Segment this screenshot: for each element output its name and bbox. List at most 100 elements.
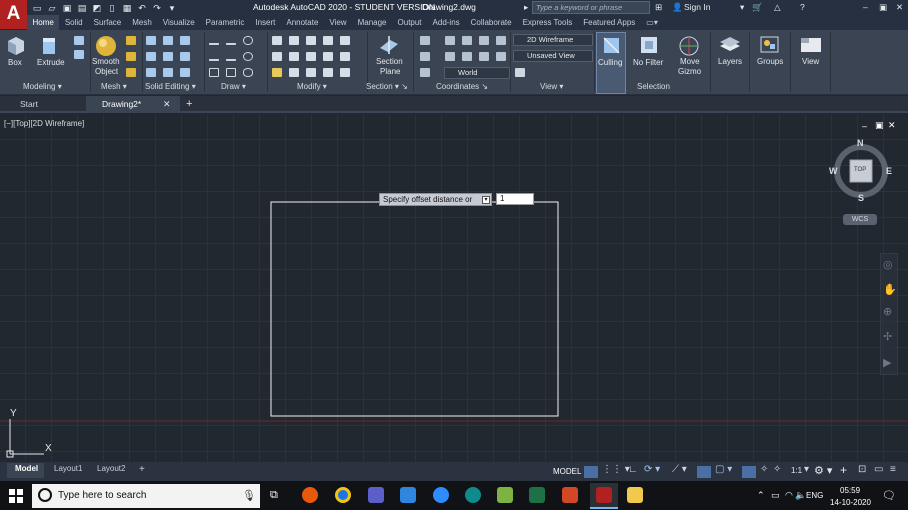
minimize-icon[interactable]: – — [863, 2, 868, 12]
tab-visualize[interactable]: Visualize — [157, 15, 200, 30]
construction-line-icon[interactable] — [226, 52, 236, 61]
panel-label-view[interactable]: View ▾ — [540, 82, 563, 91]
teams-icon[interactable] — [368, 487, 384, 503]
new-layout-icon[interactable]: + — [139, 464, 145, 475]
annotation-scale-icon[interactable]: ✧ — [773, 464, 781, 475]
fillet-icon[interactable] — [272, 52, 282, 61]
mirror-icon[interactable] — [340, 36, 350, 45]
new-icon[interactable]: ▭ — [32, 3, 42, 13]
tab-insert[interactable]: Insert — [250, 15, 281, 30]
wcs-menu[interactable]: WCS — [843, 214, 877, 225]
tab-add-ins[interactable]: Add-ins — [427, 15, 465, 30]
language-indicator[interactable]: ENG — [806, 491, 823, 500]
object-snap-icon[interactable]: ▢ ▾ — [715, 464, 732, 475]
windows-start-icon[interactable] — [9, 489, 23, 503]
imprint-icon[interactable] — [180, 52, 190, 61]
chamfer-icon[interactable] — [289, 68, 299, 77]
no-filter-button[interactable]: No Filter — [633, 58, 663, 67]
tab-parametric[interactable]: Parametric — [200, 15, 250, 30]
section-plane-icon[interactable] — [378, 34, 400, 56]
binoculars-icon[interactable]: ⊞ — [655, 2, 662, 13]
mesh-refine-icon[interactable] — [126, 52, 136, 61]
no-filter-icon[interactable] — [638, 34, 660, 56]
add-icon[interactable]: + — [840, 463, 847, 477]
panel-label-mesh[interactable]: Mesh ▾ — [101, 82, 127, 91]
panel-label-section[interactable]: Section ▾ ↘ — [366, 82, 408, 91]
extrude-button[interactable]: Extrude — [37, 58, 65, 67]
tab-output[interactable]: Output — [392, 15, 427, 30]
panel-label-solid-editing[interactable]: Solid Editing ▾ — [145, 82, 196, 91]
circle-icon[interactable] — [243, 52, 253, 61]
clock-time[interactable]: 05:59 — [840, 486, 860, 495]
union-icon[interactable] — [146, 36, 156, 45]
ucs-dropdown[interactable]: World — [444, 67, 510, 79]
layers-button[interactable]: Layers — [718, 57, 742, 66]
panel-label-coordinates[interactable]: Coordinates ↘ — [436, 82, 488, 91]
move-icon[interactable] — [272, 36, 282, 45]
panel-label-selection[interactable]: Selection — [637, 82, 670, 91]
array-icon[interactable] — [323, 52, 333, 61]
microphone-icon[interactable]: 🎙 — [242, 489, 256, 502]
polyline-icon[interactable] — [209, 36, 219, 45]
copy-icon[interactable] — [323, 36, 333, 45]
join-icon[interactable] — [323, 68, 333, 77]
scale-icon[interactable] — [289, 52, 299, 61]
redo-icon[interactable]: ↷ — [152, 3, 162, 13]
separate-icon[interactable] — [180, 68, 190, 77]
edge-icon[interactable] — [465, 487, 481, 503]
intersect-icon[interactable] — [180, 36, 190, 45]
sign-in-link[interactable]: Sign In — [684, 2, 710, 12]
viewcube-top-face[interactable]: TOP — [854, 167, 866, 173]
show-hidden-icons[interactable]: ⌃ — [757, 490, 765, 501]
ucs-previous-icon[interactable] — [462, 36, 472, 45]
sweep-icon[interactable] — [74, 50, 84, 59]
tab-annotate[interactable]: Annotate — [281, 15, 324, 30]
help-icon[interactable]: ? — [800, 2, 805, 12]
tab-view[interactable]: View — [324, 15, 352, 30]
zoom-extents-icon[interactable]: ⊕ — [883, 305, 892, 318]
notes-app-icon[interactable] — [497, 487, 513, 503]
erase-icon[interactable] — [272, 68, 282, 77]
restore-icon[interactable]: ▣ — [879, 2, 887, 13]
mesh-crease-icon[interactable] — [126, 68, 136, 77]
named-view-dropdown[interactable]: Unsaved View — [513, 50, 593, 62]
isodraft-icon[interactable]: ⟋ ▾ — [672, 464, 687, 475]
clean-screen-icon[interactable]: ▭ — [874, 464, 883, 475]
web-icon[interactable]: ◩ — [92, 3, 102, 13]
view-panel-icon[interactable] — [799, 32, 823, 56]
move-gizmo-label2[interactable]: Gizmo — [678, 67, 701, 76]
compass-south[interactable]: S — [858, 193, 864, 203]
wifi-icon[interactable]: ◠ — [785, 490, 793, 501]
firefox-icon[interactable] — [302, 487, 318, 503]
zoom-icon[interactable] — [433, 487, 449, 503]
loft-icon[interactable] — [74, 36, 84, 45]
box-button[interactable]: Box — [8, 58, 22, 67]
file-tab-close-icon[interactable]: ✕ — [163, 99, 171, 110]
auto-scale-icon[interactable]: ✧ — [760, 464, 768, 475]
pan-icon[interactable]: ✋ — [883, 283, 897, 296]
account-icon[interactable]: △ — [774, 2, 781, 13]
customize-status-icon[interactable]: ≡ — [890, 464, 896, 475]
mobile-icon[interactable]: ▯ — [107, 3, 117, 13]
view-panel-button[interactable]: View — [802, 57, 819, 66]
compass-west[interactable]: W — [829, 166, 838, 176]
stretch-icon[interactable] — [306, 52, 316, 61]
volume-icon[interactable]: 🔈 — [795, 490, 806, 501]
tab-mesh[interactable]: Mesh — [127, 15, 158, 30]
steering-wheel-icon[interactable]: ◎ — [883, 258, 893, 271]
ribbon-toggle-icon[interactable]: ▭▾ — [641, 15, 664, 30]
layout-tab-layout2[interactable]: Layout2 — [97, 464, 125, 473]
close-icon[interactable]: ✕ — [896, 2, 903, 13]
line-icon[interactable] — [226, 36, 236, 45]
ucs-face-icon[interactable] — [479, 36, 489, 45]
layers-icon[interactable] — [718, 32, 742, 56]
powerpoint-icon[interactable] — [562, 487, 578, 503]
smooth-object-icon[interactable] — [94, 34, 118, 58]
ucs-origin-icon[interactable] — [420, 52, 430, 61]
showmotion-icon[interactable]: ▶ — [883, 356, 891, 369]
trim-icon[interactable] — [306, 36, 316, 45]
viewport-config-icon[interactable] — [515, 68, 525, 77]
tab-solid[interactable]: Solid — [59, 15, 88, 30]
battery-icon[interactable]: ▭ — [771, 490, 780, 501]
panel-label-modify[interactable]: Modify ▾ — [297, 82, 327, 91]
